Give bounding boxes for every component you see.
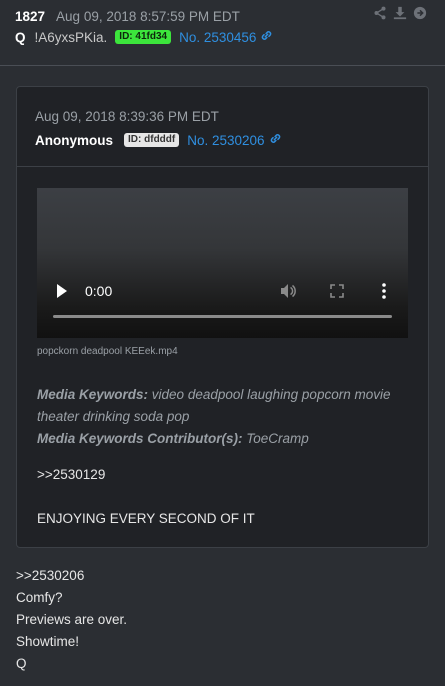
- post-line: Previews are over.: [16, 612, 128, 627]
- download-icon[interactable]: [393, 6, 407, 20]
- quoted-post-header: Aug 09, 2018 8:39:36 PM EDT Anonymous ID…: [17, 87, 428, 167]
- media-filename[interactable]: popckorn deadpool KEEek.mp4: [37, 346, 178, 357]
- media-keywords: Media Keywords: video deadpool laughing …: [37, 384, 407, 450]
- quoted-post-date: Aug 09, 2018 8:39:36 PM EDT: [35, 109, 219, 124]
- post-id-badge[interactable]: ID: 41fd34: [115, 30, 172, 44]
- volume-icon[interactable]: [279, 282, 297, 300]
- quoted-post-link[interactable]: No. 2530206: [187, 133, 264, 148]
- post-actions: [373, 6, 427, 20]
- quoted-post-body: ENJOYING EVERY SECOND OF IT: [37, 511, 255, 526]
- post-header: 1827 Aug 09, 2018 8:57:59 PM EDT Q !A6yx…: [0, 0, 445, 66]
- link-icon[interactable]: [260, 29, 273, 45]
- quoted-author: Anonymous: [35, 132, 114, 148]
- post-tripcode: !A6yxsPKia.: [34, 29, 108, 45]
- video-progress-bar[interactable]: [53, 315, 392, 318]
- fullscreen-icon[interactable]: [329, 283, 345, 299]
- quoted-id-badge[interactable]: ID: dfdddf: [124, 133, 180, 147]
- post-number: 1827: [15, 8, 46, 24]
- keywords-label: Media Keywords:: [37, 387, 149, 402]
- reply-reference-link[interactable]: >>2530206: [16, 565, 127, 587]
- quoted-post-card: Aug 09, 2018 8:39:36 PM EDT Anonymous ID…: [16, 86, 429, 548]
- link-icon[interactable]: [269, 132, 282, 148]
- post-meta-row: 1827 Aug 09, 2018 8:57:59 PM EDT: [15, 7, 240, 25]
- post-line: Comfy?: [16, 590, 63, 605]
- forward-icon[interactable]: [413, 6, 427, 20]
- post-author-row: Q !A6yxsPKia. ID: 41fd34 No. 2530456: [15, 28, 273, 46]
- post-line: Showtime!: [16, 634, 80, 649]
- post-number-link[interactable]: No. 2530456: [179, 30, 256, 45]
- contributor-value: ToeCramp: [246, 431, 309, 446]
- more-options-icon[interactable]: [380, 282, 388, 300]
- quoted-reference-link[interactable]: >>2530129: [37, 467, 105, 482]
- quoted-author-row: Anonymous ID: dfdddf No. 2530206: [35, 131, 282, 149]
- post-author: Q: [15, 29, 26, 45]
- post-signature: Q: [16, 656, 27, 671]
- video-player[interactable]: 0:00: [37, 188, 408, 338]
- post-date: Aug 09, 2018 8:57:59 PM EDT: [56, 8, 240, 24]
- share-icon[interactable]: [373, 6, 387, 20]
- contributor-label: Media Keywords Contributor(s):: [37, 431, 243, 446]
- video-time: 0:00: [85, 283, 113, 299]
- play-icon[interactable]: [57, 284, 67, 298]
- post-body: >>2530206 Comfy? Previews are over. Show…: [16, 565, 127, 675]
